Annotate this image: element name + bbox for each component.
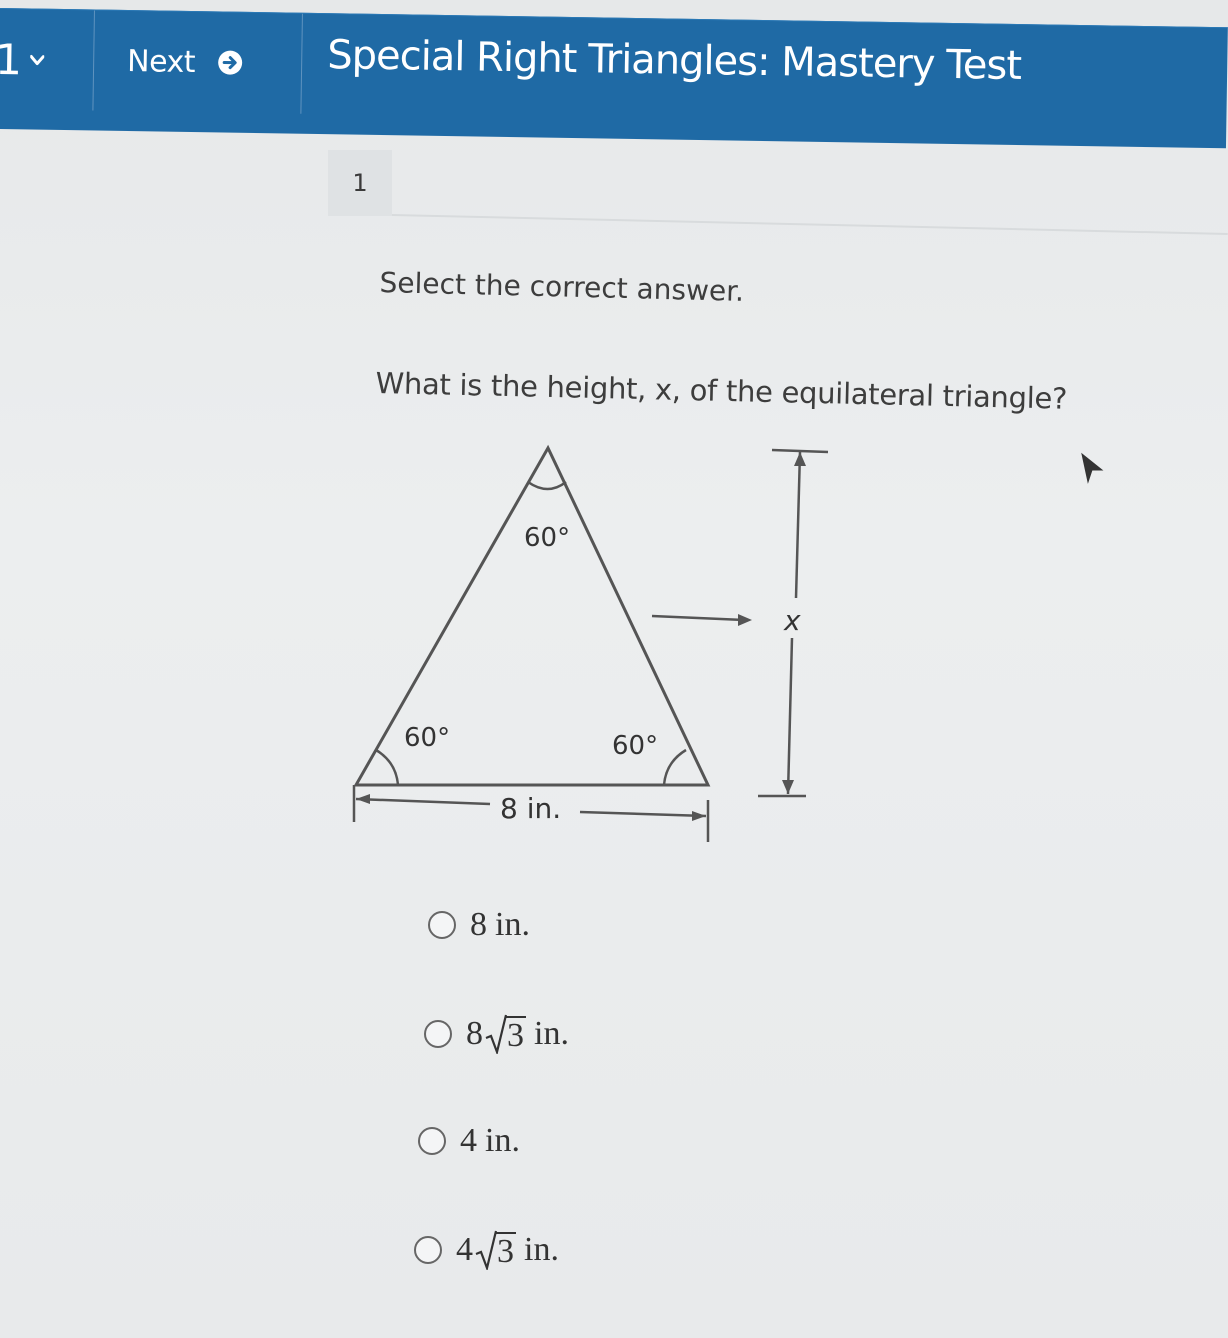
radical-sign-icon bbox=[485, 1014, 507, 1054]
question-tab: 1 bbox=[328, 150, 392, 216]
option-coefficient: 8 bbox=[466, 1015, 483, 1052]
radio-button[interactable] bbox=[428, 911, 456, 939]
option-radicand: 3 bbox=[495, 1232, 516, 1270]
option-unit: in. bbox=[485, 1122, 520, 1159]
radical-sign-icon bbox=[475, 1230, 497, 1270]
base-label: 8 in. bbox=[500, 792, 561, 825]
next-label: Next bbox=[126, 43, 196, 80]
option-unit: in. bbox=[534, 1015, 569, 1052]
top-angle-label: 60° bbox=[524, 523, 570, 553]
right-angle-arc bbox=[662, 748, 687, 786]
option-unit: in. bbox=[524, 1231, 559, 1268]
left-angle-label: 60° bbox=[404, 723, 450, 753]
header-bar: 1 Next Special Right Triangles: Mastery … bbox=[0, 8, 1228, 149]
chevron-down-icon bbox=[29, 54, 45, 66]
radio-button[interactable] bbox=[418, 1127, 446, 1155]
radio-button[interactable] bbox=[424, 1020, 452, 1048]
base-arrow-right bbox=[692, 811, 706, 821]
triangle-diagram: 60° 60° 60° 8 in. x bbox=[352, 444, 829, 842]
base-arrow-left bbox=[356, 794, 370, 804]
test-title: Special Right Triangles: Mastery Test bbox=[326, 32, 1022, 90]
answer-option-1[interactable]: 8 in. bbox=[428, 906, 530, 944]
height-arrow-top bbox=[794, 452, 806, 466]
answer-option-4[interactable]: 4 3 in. bbox=[414, 1230, 559, 1270]
left-angle-arc bbox=[375, 748, 400, 786]
option-unit: in. bbox=[495, 906, 530, 943]
question-dropdown[interactable]: 1 bbox=[0, 8, 95, 111]
answer-option-2[interactable]: 8 3 in. bbox=[424, 1014, 569, 1054]
height-tick-top bbox=[771, 448, 829, 454]
radio-button[interactable] bbox=[414, 1236, 442, 1264]
height-label: x bbox=[783, 604, 801, 637]
square-root: 3 bbox=[483, 1014, 526, 1054]
top-angle-arc bbox=[527, 480, 567, 491]
arrow-circle-right-icon bbox=[218, 50, 243, 75]
option-coefficient: 4 bbox=[456, 1231, 473, 1268]
right-angle-label: 60° bbox=[612, 731, 658, 761]
base-dim-line-left bbox=[355, 797, 491, 806]
base-dim-line-right bbox=[579, 810, 707, 818]
pointer-arrow-head bbox=[738, 614, 752, 626]
height-arrow-bottom bbox=[782, 780, 794, 794]
answer-option-3[interactable]: 4 in. bbox=[418, 1122, 520, 1160]
next-button[interactable]: Next bbox=[94, 10, 303, 114]
option-radicand: 3 bbox=[505, 1016, 526, 1054]
option-coefficient: 8 bbox=[470, 906, 487, 943]
height-dim-line-bottom bbox=[786, 637, 794, 795]
question-number: 1 bbox=[0, 34, 23, 84]
square-root: 3 bbox=[473, 1230, 516, 1270]
option-coefficient: 4 bbox=[460, 1122, 477, 1159]
pointer-arrow-line bbox=[651, 614, 745, 622]
height-dim-line-top bbox=[794, 451, 802, 599]
mouse-cursor-icon bbox=[1081, 452, 1104, 484]
